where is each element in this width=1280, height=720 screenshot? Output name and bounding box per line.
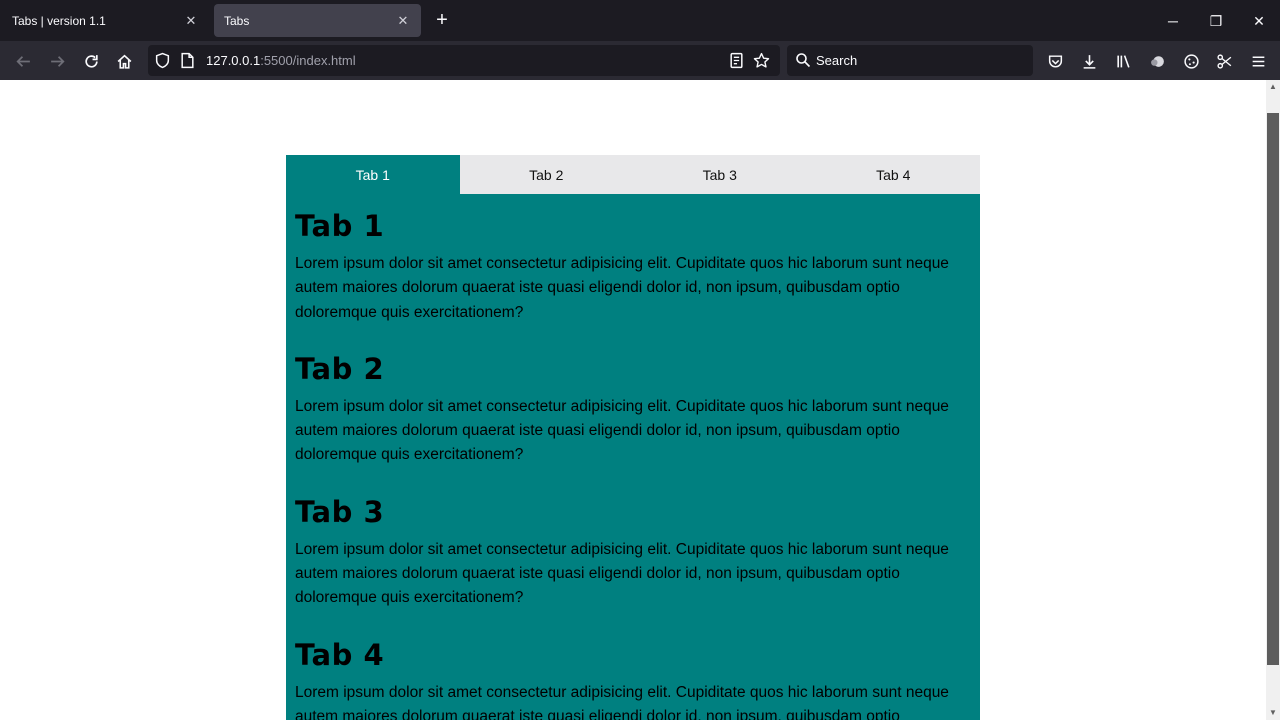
section-text: Lorem ipsum dolor sit amet consectetur a… bbox=[295, 397, 949, 464]
tab-button-2[interactable]: Tab 2 bbox=[460, 155, 634, 194]
section-text: Lorem ipsum dolor sit amet consectetur a… bbox=[295, 255, 949, 321]
new-tab-plus-icon[interactable]: + bbox=[432, 9, 452, 31]
browser-tab-1[interactable]: Tabs | version 1.1 ✕ bbox=[2, 4, 209, 37]
vertical-scrollbar[interactable]: ▲ ▼ bbox=[1266, 80, 1280, 720]
close-icon[interactable]: ✕ bbox=[395, 13, 411, 29]
close-icon[interactable]: ✕ bbox=[183, 13, 199, 29]
url-host: 127.0.0.1 bbox=[206, 53, 261, 68]
search-icon bbox=[796, 53, 811, 68]
scrollbar-thumb[interactable] bbox=[1267, 113, 1279, 665]
minimize-icon[interactable]: ─ bbox=[1160, 8, 1186, 34]
search-bar[interactable]: Search bbox=[787, 45, 1033, 76]
search-placeholder: Search bbox=[816, 53, 858, 68]
section-text: Lorem ipsum dolor sit amet consectetur a… bbox=[295, 540, 949, 607]
navigation-toolbar: 127.0.0.1:5500/index.html Search bbox=[0, 41, 1280, 80]
tab-button-4[interactable]: Tab 4 bbox=[807, 155, 981, 194]
shield-icon[interactable] bbox=[154, 52, 171, 69]
section-text: Lorem ipsum dolor sit amet consectetur a… bbox=[295, 683, 949, 720]
library-icon[interactable] bbox=[1110, 48, 1136, 74]
page-viewport: Tab 1 Tab 2 Tab 3 Tab 4 Tab 1 Lorem ipsu… bbox=[0, 80, 1266, 720]
download-icon[interactable] bbox=[1076, 48, 1102, 74]
scroll-down-arrow-icon[interactable]: ▼ bbox=[1266, 706, 1280, 720]
section-heading: Tab 4 bbox=[295, 637, 385, 672]
cookie-icon[interactable] bbox=[1178, 48, 1204, 74]
browser-tab-title: Tabs | version 1.1 bbox=[12, 13, 106, 28]
restore-icon[interactable]: ❐ bbox=[1203, 8, 1229, 34]
tab-button-1[interactable]: Tab 1 bbox=[286, 155, 460, 194]
tab-section-2: Tab 2 Lorem ipsum dolor sit amet consect… bbox=[295, 351, 971, 468]
pocket-icon[interactable] bbox=[1042, 48, 1068, 74]
url-path: :5500/index.html bbox=[260, 53, 356, 68]
screenshot-scissors-icon[interactable] bbox=[1211, 48, 1237, 74]
extension-avatar-icon[interactable] bbox=[1144, 48, 1170, 74]
forward-arrow-icon[interactable] bbox=[44, 48, 70, 74]
reload-icon[interactable] bbox=[78, 48, 104, 74]
bookmark-star-icon[interactable] bbox=[753, 52, 770, 69]
tab-button-row: Tab 1 Tab 2 Tab 3 Tab 4 bbox=[286, 155, 980, 194]
menu-hamburger-icon[interactable] bbox=[1245, 48, 1271, 74]
page-info-icon[interactable] bbox=[180, 52, 195, 69]
back-arrow-icon[interactable] bbox=[10, 48, 36, 74]
tab-button-3[interactable]: Tab 3 bbox=[633, 155, 807, 194]
browser-tab-strip: Tabs | version 1.1 ✕ Tabs ✕ + ─ ❐ ✕ bbox=[0, 0, 1280, 41]
section-heading: Tab 1 bbox=[295, 209, 385, 243]
tabs-component: Tab 1 Tab 2 Tab 3 Tab 4 Tab 1 Lorem ipsu… bbox=[286, 155, 980, 720]
section-heading: Tab 3 bbox=[295, 494, 385, 529]
tab-section-3: Tab 3 Lorem ipsum dolor sit amet consect… bbox=[295, 494, 971, 611]
scroll-up-arrow-icon[interactable]: ▲ bbox=[1266, 80, 1280, 94]
url-text[interactable]: 127.0.0.1:5500/index.html bbox=[206, 53, 356, 68]
tab-section-4: Tab 4 Lorem ipsum dolor sit amet consect… bbox=[295, 637, 971, 720]
home-icon[interactable] bbox=[111, 48, 137, 74]
section-heading: Tab 2 bbox=[295, 351, 385, 386]
browser-tab-title: Tabs bbox=[224, 13, 250, 28]
tab-section-1: Tab 1 Lorem ipsum dolor sit amet consect… bbox=[295, 208, 971, 325]
browser-tab-2[interactable]: Tabs ✕ bbox=[214, 4, 421, 37]
tab-content-panel: Tab 1 Lorem ipsum dolor sit amet consect… bbox=[286, 194, 980, 720]
window-close-icon[interactable]: ✕ bbox=[1246, 8, 1272, 34]
url-bar[interactable]: 127.0.0.1:5500/index.html bbox=[148, 45, 780, 76]
reader-view-icon[interactable] bbox=[728, 52, 745, 69]
